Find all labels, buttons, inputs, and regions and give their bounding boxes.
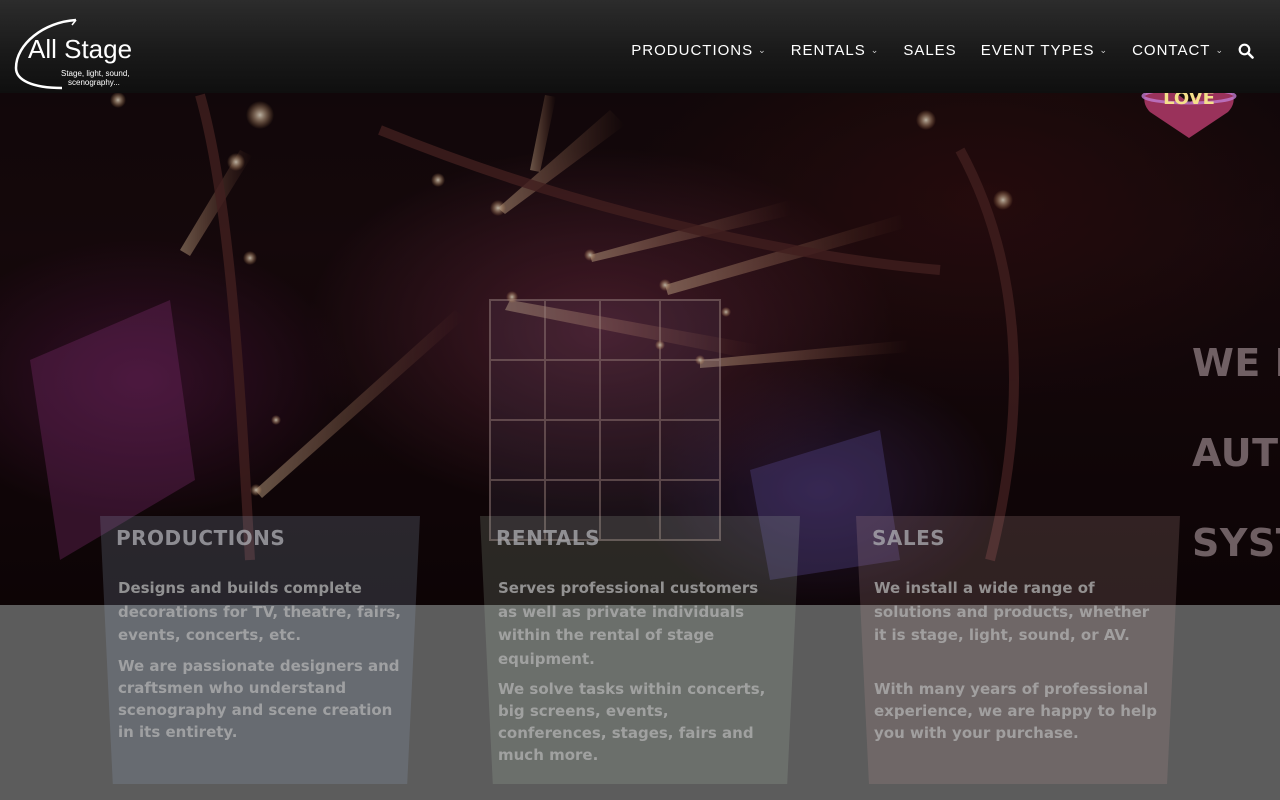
nav-item-label[interactable]: EVENT TYPES bbox=[981, 42, 1095, 59]
brand-logo[interactable]: All Stage Stage, light, sound, scenograp… bbox=[14, 16, 132, 90]
chevron-down-icon[interactable]: ⌄ bbox=[1215, 45, 1224, 56]
nav-item-rentals[interactable]: RENTALS ⌄ bbox=[791, 42, 880, 59]
main-nav: PRODUCTIONS ⌄ RENTALS ⌄ SALES EVENT TYPE… bbox=[607, 42, 1254, 59]
card-rentals[interactable]: RENTALS Serves professional customers as… bbox=[480, 516, 800, 784]
card-title[interactable]: PRODUCTIONS bbox=[116, 526, 285, 550]
chevron-down-icon[interactable]: ⌄ bbox=[1100, 45, 1109, 56]
card-description-secondary: We are passionate designers and craftsme… bbox=[118, 657, 400, 741]
nav-item-label[interactable]: CONTACT bbox=[1132, 42, 1210, 59]
card-description: We install a wide range of solutions and… bbox=[874, 579, 1150, 644]
nav-item-productions[interactable]: PRODUCTIONS ⌄ bbox=[631, 42, 766, 59]
brand-tagline-1: Stage, light, sound, bbox=[61, 69, 130, 78]
nav-item-event-types[interactable]: EVENT TYPES ⌄ bbox=[981, 42, 1108, 59]
chevron-down-icon[interactable]: ⌄ bbox=[871, 45, 880, 56]
nav-item-label[interactable]: RENTALS bbox=[791, 42, 866, 59]
nav-item-label[interactable]: SALES bbox=[903, 42, 956, 59]
chevron-down-icon[interactable]: ⌄ bbox=[758, 45, 767, 56]
nav-item-label[interactable]: PRODUCTIONS bbox=[631, 42, 753, 59]
card-description-secondary: With many years of professional experien… bbox=[874, 680, 1158, 742]
card-description: Designs and builds complete decorations … bbox=[118, 579, 401, 644]
hero-caption-line: WE B bbox=[1192, 341, 1280, 385]
hero-caption-line: AUTO bbox=[1192, 431, 1280, 475]
site-header: All Stage Stage, light, sound, scenograp… bbox=[0, 0, 1280, 93]
card-title[interactable]: SALES bbox=[872, 526, 945, 550]
card-description-secondary: We solve tasks within concerts, big scre… bbox=[498, 680, 766, 764]
brand-tagline-2: scenography... bbox=[68, 78, 120, 87]
card-description: Serves professional customers as well as… bbox=[498, 579, 759, 668]
search-icon[interactable] bbox=[1238, 43, 1254, 59]
card-productions[interactable]: PRODUCTIONS Designs and builds complete … bbox=[100, 516, 420, 784]
nav-item-sales[interactable]: SALES bbox=[903, 42, 956, 59]
brand-name: All Stage bbox=[28, 34, 132, 64]
nav-item-contact[interactable]: CONTACT ⌄ bbox=[1132, 42, 1224, 59]
card-title[interactable]: RENTALS bbox=[496, 526, 600, 550]
hero-caption-line: SYST bbox=[1192, 521, 1280, 565]
hero-caption: WE B AUTO SYST bbox=[1192, 296, 1280, 605]
card-sales[interactable]: SALES We install a wide range of solutio… bbox=[856, 516, 1180, 784]
